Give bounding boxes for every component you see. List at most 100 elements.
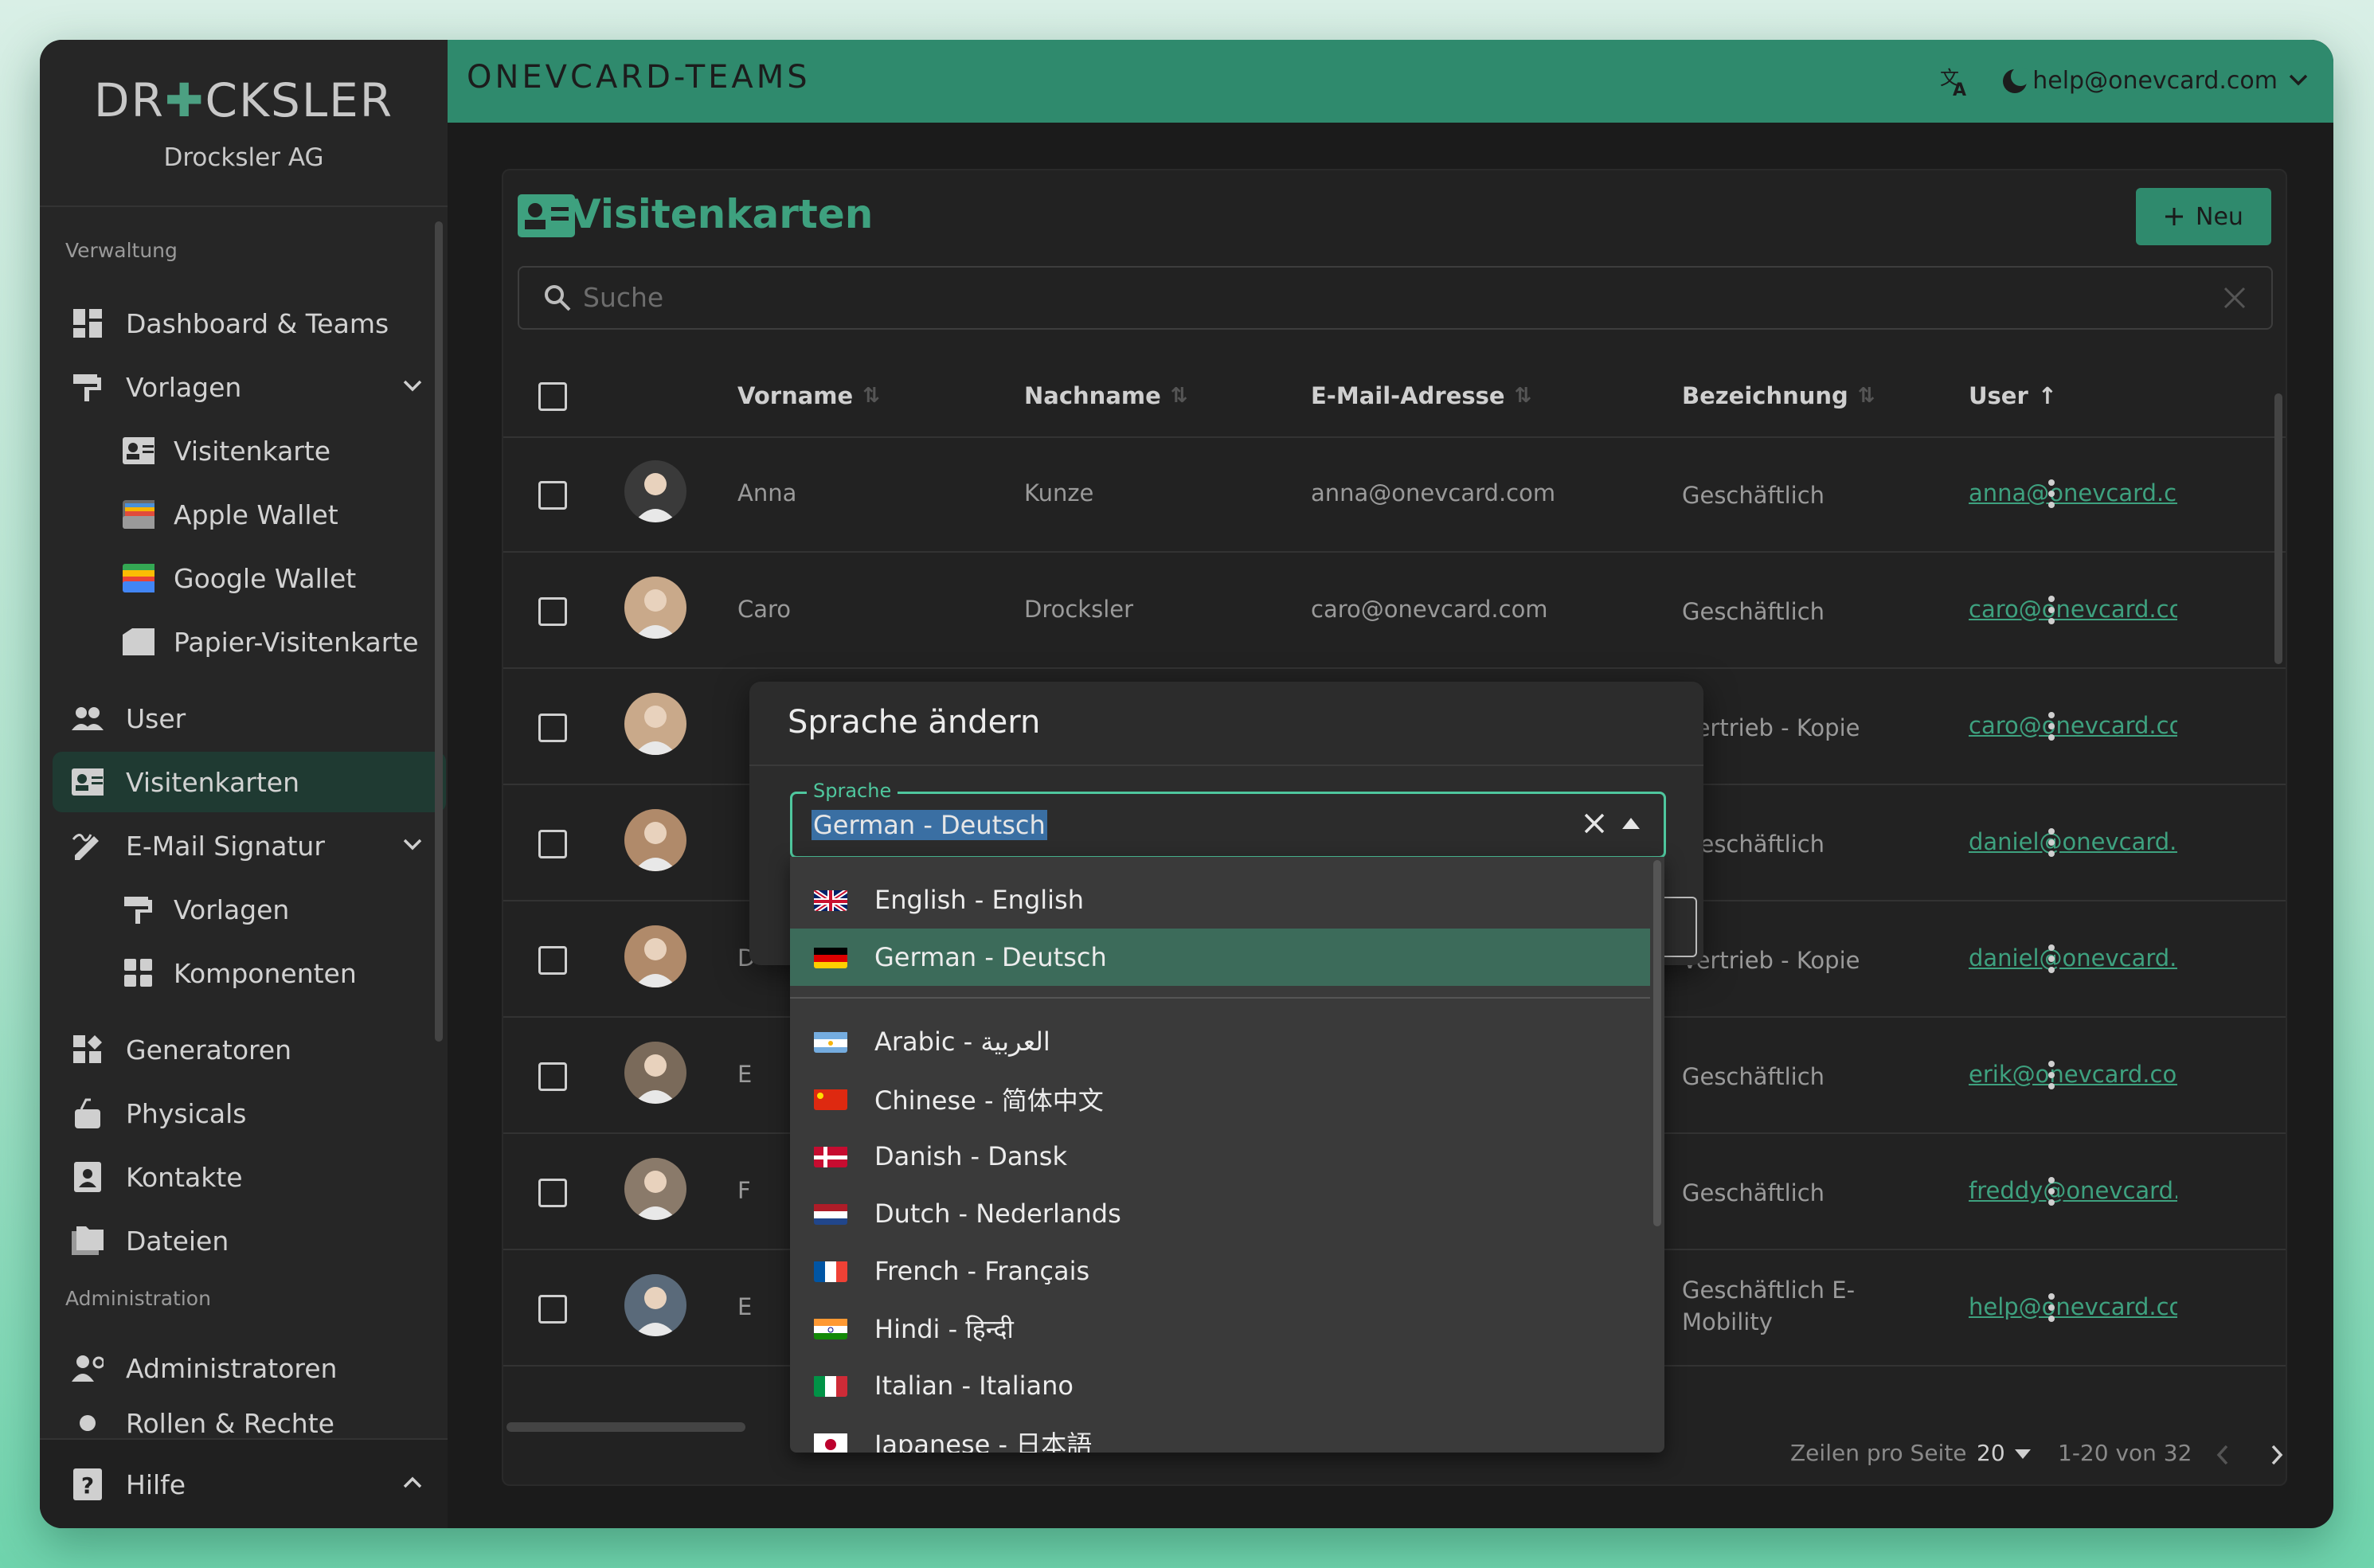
language-option[interactable]: French - Français bbox=[790, 1242, 1650, 1300]
caret-up-icon[interactable] bbox=[1622, 818, 1640, 829]
more-options-icon[interactable] bbox=[2047, 710, 2056, 742]
nav-signatur-vorlagen[interactable]: Vorlagen bbox=[53, 879, 446, 940]
nav-user[interactable]: User bbox=[53, 688, 446, 749]
nav-label: Physicals bbox=[126, 1097, 247, 1129]
language-option[interactable]: English - English bbox=[790, 871, 1650, 929]
nav-google-wallet[interactable]: Google Wallet bbox=[53, 548, 446, 608]
help-section[interactable]: ? Hilfe bbox=[40, 1438, 448, 1528]
cell-user-link[interactable]: caro@onevcard.com bbox=[1969, 712, 2177, 739]
language-option-label: Italian - Italiano bbox=[874, 1371, 1074, 1401]
col-nachname[interactable]: Nachname ⇅ bbox=[1024, 382, 1188, 409]
nav-administratoren[interactable]: Administratoren bbox=[53, 1338, 446, 1398]
nav-generatoren[interactable]: Generatoren bbox=[53, 1019, 446, 1080]
row-checkbox[interactable] bbox=[538, 946, 567, 975]
more-options-icon[interactable] bbox=[2047, 827, 2056, 858]
sort-icon: ⇅ bbox=[862, 384, 880, 408]
cell-bezeichnung: Geschäftlich bbox=[1682, 1063, 1825, 1090]
clear-icon[interactable] bbox=[1582, 811, 1606, 835]
nav-label: Papier-Visitenkarte bbox=[174, 626, 419, 658]
row-checkbox[interactable] bbox=[538, 1062, 567, 1091]
more-options-icon[interactable] bbox=[2047, 478, 2056, 510]
row-checkbox[interactable] bbox=[538, 830, 567, 858]
nav-rollen-rechte[interactable]: Rollen & Rechte bbox=[53, 1394, 446, 1433]
col-vorname[interactable]: Vorname ⇅ bbox=[737, 382, 880, 409]
nav-visitenkarten[interactable]: Visitenkarten bbox=[53, 752, 446, 812]
cell-user-link[interactable]: freddy@onevcard.com bbox=[1969, 1177, 2177, 1204]
language-option[interactable]: Chinese - 简体中文 bbox=[790, 1070, 1650, 1128]
language-field-value[interactable]: German - Deutsch bbox=[812, 810, 1047, 840]
more-options-icon[interactable] bbox=[2047, 594, 2056, 626]
nav-kontakte[interactable]: Kontakte bbox=[53, 1147, 446, 1207]
prev-page-icon[interactable] bbox=[2214, 1443, 2231, 1467]
cell-user-link[interactable]: caro@onevcard.com bbox=[1969, 596, 2177, 623]
nav-komponenten[interactable]: Komponenten bbox=[53, 943, 446, 1003]
language-option[interactable]: Japanese - 日本語 bbox=[790, 1414, 1650, 1453]
col-bezeichnung[interactable]: Bezeichnung ⇅ bbox=[1682, 382, 1875, 409]
table-row[interactable]: Anna Kunze anna@onevcard.com Geschäftlich an… bbox=[503, 436, 2286, 553]
cell-user-link[interactable]: erik@onevcard.com bbox=[1969, 1061, 2177, 1088]
cell-bezeichnung: Geschäftlich bbox=[1682, 831, 1825, 858]
language-option[interactable]: German - Deutsch bbox=[790, 929, 1650, 986]
flag-jp-icon bbox=[814, 1432, 847, 1453]
nav-visitenkarte[interactable]: Visitenkarte bbox=[53, 420, 446, 481]
language-option[interactable]: Arabic - العربية bbox=[790, 1013, 1650, 1070]
more-options-icon[interactable] bbox=[2047, 1059, 2056, 1091]
next-page-icon[interactable] bbox=[2268, 1443, 2286, 1467]
cell-user-link[interactable]: daniel@onevcard.com bbox=[1969, 944, 2177, 972]
nav-apple-wallet[interactable]: Apple Wallet bbox=[53, 484, 446, 545]
select-all-checkbox[interactable] bbox=[538, 382, 567, 411]
table-row[interactable]: Caro Drocksler caro@onevcard.com Geschäftli… bbox=[503, 553, 2286, 669]
dropdown-scrollbar[interactable] bbox=[1653, 860, 1661, 1226]
nav-physicals[interactable]: Physicals bbox=[53, 1083, 446, 1144]
cell-user-link[interactable]: help@onevcard.com bbox=[1969, 1293, 2177, 1320]
clear-icon[interactable] bbox=[2222, 285, 2247, 311]
cell-user-link[interactable]: anna@onevcard.com bbox=[1969, 479, 2177, 506]
row-checkbox[interactable] bbox=[538, 1179, 567, 1207]
nav-vorlagen[interactable]: Vorlagen bbox=[53, 357, 446, 417]
row-checkbox[interactable] bbox=[538, 481, 567, 510]
svg-text:A: A bbox=[1953, 80, 1966, 97]
language-option[interactable]: Hindi - हिन्दी bbox=[790, 1300, 1650, 1357]
language-select[interactable]: Sprache German - Deutsch bbox=[790, 780, 1666, 858]
cell-vorname: E bbox=[737, 1293, 753, 1320]
search-input[interactable]: Suche bbox=[518, 266, 2273, 330]
sidebar-scrollbar[interactable] bbox=[435, 221, 443, 1042]
nav-dateien[interactable]: Dateien bbox=[53, 1210, 446, 1271]
horizontal-scrollbar[interactable] bbox=[506, 1422, 745, 1432]
app-window: DR✚CKSLER Drocksler AG Verwaltung Dashbo… bbox=[40, 40, 2333, 1528]
language-option[interactable]: Italian - Italiano bbox=[790, 1357, 1650, 1414]
account-menu[interactable]: help@onevcard.com bbox=[2032, 67, 2278, 95]
col-user[interactable]: User ↑ bbox=[1969, 382, 2057, 409]
more-options-icon[interactable] bbox=[2047, 1292, 2056, 1324]
col-email[interactable]: E-Mail-Adresse ⇅ bbox=[1311, 382, 1531, 409]
nav-label: Dashboard & Teams bbox=[126, 307, 389, 339]
nav-papier-visitenkarte[interactable]: Papier-Visitenkarte bbox=[53, 612, 446, 672]
nav-hilfe[interactable]: ? Hilfe bbox=[53, 1454, 446, 1515]
cell-bezeichnung: Geschäftlich bbox=[1682, 1179, 1825, 1206]
avatar bbox=[624, 809, 686, 871]
new-button[interactable]: Neu bbox=[2136, 188, 2271, 245]
apple-wallet-icon bbox=[123, 499, 154, 530]
translate-icon[interactable]: 文A bbox=[1937, 64, 1972, 99]
rows-per-page-select[interactable]: 20 bbox=[1977, 1440, 2005, 1466]
dark-mode-icon[interactable] bbox=[1997, 64, 2032, 99]
flag-it-icon bbox=[814, 1374, 847, 1397]
page-title: Visitenkarten bbox=[570, 191, 874, 237]
language-option[interactable]: Dutch - Nederlands bbox=[790, 1185, 1650, 1242]
language-option[interactable]: Danish - Dansk bbox=[790, 1128, 1650, 1185]
cell-bezeichnung: Vertrieb - Kopie bbox=[1682, 947, 1860, 974]
cell-user-link[interactable]: daniel@onevcard.com bbox=[1969, 828, 2177, 855]
chevron-down-icon[interactable] bbox=[2287, 68, 2309, 91]
more-options-icon[interactable] bbox=[2047, 943, 2056, 975]
nav-email-signatur[interactable]: E-Mail Signatur bbox=[53, 815, 446, 876]
row-checkbox[interactable] bbox=[538, 714, 567, 742]
vertical-scrollbar[interactable] bbox=[2274, 393, 2282, 664]
caret-down-icon[interactable] bbox=[2015, 1449, 2031, 1459]
row-checkbox[interactable] bbox=[538, 1295, 567, 1324]
row-checkbox[interactable] bbox=[538, 597, 567, 626]
cell-bezeichnung: Geschäftlich bbox=[1682, 482, 1825, 509]
nav-dashboard[interactable]: Dashboard & Teams bbox=[53, 293, 446, 354]
more-options-icon[interactable] bbox=[2047, 1175, 2056, 1207]
language-options-list: English - English German - Deutsch Arabic… bbox=[790, 857, 1664, 1453]
chevron-down-icon bbox=[403, 380, 422, 392]
